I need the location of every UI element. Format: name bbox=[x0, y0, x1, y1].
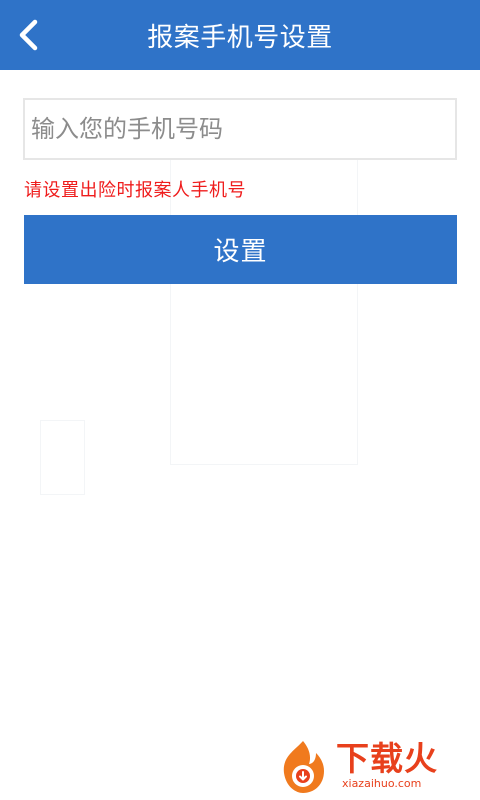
background-ghost-panel-small bbox=[40, 420, 85, 495]
watermark-text: 下载火 xiazaihuo.com bbox=[336, 741, 438, 791]
flame-logo-icon bbox=[283, 741, 324, 793]
background-ghost-panel bbox=[170, 120, 358, 465]
phone-hint-text: 请设置出险时报案人手机号 bbox=[24, 180, 246, 201]
set-button[interactable]: 设置 bbox=[24, 215, 457, 284]
back-button[interactable] bbox=[8, 12, 48, 58]
watermark: 下载火 xiazaihuo.com bbox=[274, 736, 474, 796]
phone-settings-screen: 报案手机号设置 请设置出险时报案人手机号 设置 下载火 xiazaihuo.co… bbox=[0, 0, 480, 800]
phone-number-input[interactable] bbox=[23, 98, 457, 160]
app-header: 报案手机号设置 bbox=[0, 0, 480, 70]
chevron-left-icon bbox=[19, 19, 38, 51]
watermark-url: xiazaihuo.com bbox=[342, 777, 422, 790]
page-title: 报案手机号设置 bbox=[147, 22, 333, 53]
watermark-title: 下载火 bbox=[336, 739, 438, 778]
